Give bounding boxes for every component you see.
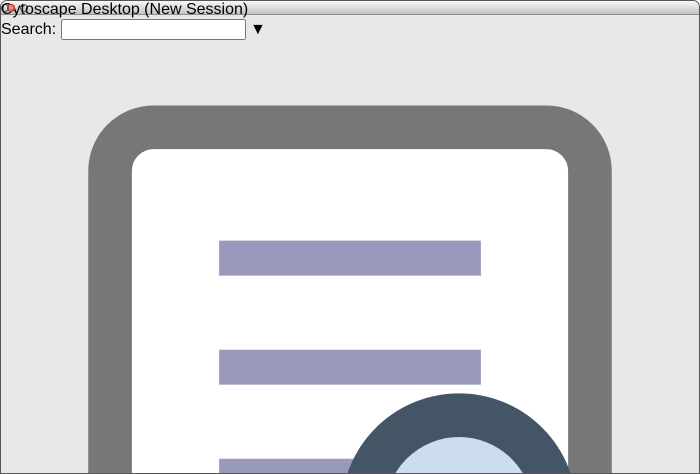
search-dropdown-icon[interactable]: ▼ — [250, 21, 266, 38]
main-toolbar: Search: ▼ — [1, 1, 699, 474]
app-title: Cytoscape Desktop (New Session) — [1, 1, 699, 19]
app-titlebar[interactable]: Cytoscape Desktop (New Session) — [1, 1, 699, 15]
zoom-view-icon[interactable] — [1, 4, 9, 12]
cytoscape-app-window: Cytoscape Desktop (New Session) Search: … — [0, 0, 700, 474]
search-label: Search: — [1, 21, 56, 38]
minimize-view-icon[interactable] — [20, 4, 28, 12]
search-input[interactable] — [61, 19, 246, 40]
